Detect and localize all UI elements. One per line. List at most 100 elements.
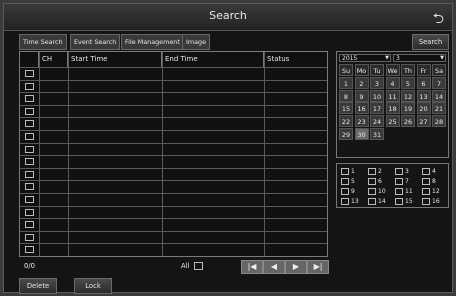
calendar-day[interactable]: 30 bbox=[354, 128, 369, 140]
row-checkbox[interactable] bbox=[25, 170, 34, 178]
table-col-divider bbox=[39, 52, 40, 256]
col-select bbox=[20, 52, 39, 67]
calendar-day[interactable]: 11 bbox=[385, 89, 400, 102]
table-row-divider bbox=[20, 243, 327, 245]
channel-checkbox[interactable]: 13 bbox=[341, 198, 359, 205]
calendar-day[interactable]: 14 bbox=[432, 89, 446, 102]
row-checkbox[interactable] bbox=[25, 133, 34, 140]
calendar-day[interactable]: 12 bbox=[401, 89, 415, 102]
calendar-day[interactable]: 27 bbox=[416, 115, 431, 128]
row-checkbox[interactable] bbox=[25, 95, 34, 103]
channel-label: 5 bbox=[351, 178, 355, 185]
checkbox-box bbox=[368, 198, 376, 205]
channel-label: 15 bbox=[405, 198, 413, 205]
calendar-day[interactable]: 18 bbox=[385, 102, 400, 115]
calendar-day[interactable]: 16 bbox=[354, 102, 369, 115]
month-value: 3 bbox=[396, 55, 400, 62]
tab-image[interactable]: Image bbox=[182, 34, 211, 50]
calendar-day[interactable]: 31 bbox=[370, 128, 384, 140]
calendar-day[interactable]: 10 bbox=[370, 89, 384, 102]
row-checkbox[interactable] bbox=[25, 120, 34, 128]
weekday-header: Mo bbox=[354, 64, 369, 76]
checkbox-box bbox=[422, 178, 430, 185]
calendar-day[interactable]: 28 bbox=[432, 115, 446, 128]
calendar-day[interactable]: 19 bbox=[401, 102, 415, 115]
next-page-button[interactable]: ▶ bbox=[285, 260, 307, 274]
channel-checkbox[interactable]: 1 bbox=[341, 168, 355, 175]
calendar-day[interactable]: 17 bbox=[370, 102, 384, 115]
calendar-day[interactable]: 21 bbox=[432, 102, 446, 115]
channel-checkbox[interactable]: 16 bbox=[422, 198, 440, 205]
channel-checkbox[interactable]: 14 bbox=[368, 198, 386, 205]
first-page-button[interactable]: |◀ bbox=[241, 260, 263, 274]
col-status: Status bbox=[267, 55, 290, 63]
table-row-divider bbox=[20, 218, 327, 220]
calendar-day[interactable]: 22 bbox=[339, 115, 353, 128]
calendar-day[interactable]: 5 bbox=[401, 76, 415, 89]
channel-checkbox[interactable]: 15 bbox=[395, 198, 413, 205]
calendar-day[interactable]: 1 bbox=[339, 76, 353, 89]
calendar-day[interactable]: 15 bbox=[339, 102, 353, 115]
calendar-day[interactable]: 4 bbox=[385, 76, 400, 89]
calendar-day[interactable]: 29 bbox=[339, 128, 353, 140]
tab-time-search[interactable]: Time Search bbox=[19, 34, 67, 50]
prev-page-button[interactable]: ◀ bbox=[263, 260, 285, 274]
channel-checkbox[interactable]: 6 bbox=[368, 178, 382, 185]
row-checkbox[interactable] bbox=[25, 107, 34, 115]
checkbox-box bbox=[395, 178, 403, 185]
select-all-checkbox[interactable] bbox=[194, 262, 203, 270]
calendar-day[interactable]: 20 bbox=[416, 102, 431, 115]
channel-checkbox[interactable]: 5 bbox=[341, 178, 355, 185]
back-icon[interactable]: ⮌ bbox=[433, 8, 444, 32]
calendar-day[interactable]: 6 bbox=[416, 76, 431, 89]
channel-checkbox[interactable]: 7 bbox=[395, 178, 409, 185]
row-checkbox[interactable] bbox=[25, 158, 34, 166]
row-checkbox[interactable] bbox=[25, 221, 34, 229]
checkbox-box bbox=[422, 198, 430, 205]
search-button[interactable]: Search bbox=[412, 34, 449, 50]
year-value: 2015 bbox=[342, 55, 358, 62]
checkbox-box bbox=[395, 188, 403, 195]
channel-label: 3 bbox=[405, 168, 409, 175]
channel-label: 1 bbox=[351, 168, 355, 175]
checkbox-box bbox=[422, 188, 430, 195]
calendar-day[interactable]: 2 bbox=[354, 76, 369, 89]
row-checkbox[interactable] bbox=[25, 145, 34, 153]
channel-checkbox[interactable]: 12 bbox=[422, 188, 440, 195]
channel-checkbox[interactable]: 10 bbox=[368, 188, 386, 195]
channel-checkbox[interactable]: 9 bbox=[341, 188, 355, 195]
calendar-day[interactable]: 13 bbox=[416, 89, 431, 102]
calendar-day[interactable]: 7 bbox=[432, 76, 446, 89]
table-row-divider bbox=[20, 230, 327, 232]
delete-button[interactable]: Delete bbox=[19, 278, 57, 294]
calendar-day[interactable]: 3 bbox=[370, 76, 384, 89]
calendar-day[interactable]: 8 bbox=[339, 89, 353, 102]
channel-grid: 1 2 3 4 5 6 7 8 9 10 11 12 13 14 15 16 bbox=[336, 163, 449, 208]
channel-label: 7 bbox=[405, 178, 409, 185]
table-row-divider bbox=[20, 142, 327, 144]
row-checkbox[interactable] bbox=[25, 70, 34, 77]
channel-checkbox[interactable]: 3 bbox=[395, 168, 409, 175]
month-select[interactable]: 3 ▼ bbox=[393, 54, 446, 62]
row-checkbox[interactable] bbox=[25, 82, 34, 90]
row-checkbox[interactable] bbox=[25, 233, 34, 241]
calendar-day[interactable]: 23 bbox=[354, 115, 369, 128]
year-select[interactable]: 2015 ▼ bbox=[339, 54, 391, 62]
lock-button[interactable]: Lock bbox=[74, 278, 112, 294]
checkbox-box bbox=[341, 168, 349, 175]
row-checkbox[interactable] bbox=[25, 196, 34, 203]
channel-checkbox[interactable]: 11 bbox=[395, 188, 413, 195]
row-checkbox[interactable] bbox=[25, 208, 34, 216]
row-checkbox[interactable] bbox=[25, 246, 34, 254]
calendar-day[interactable]: 24 bbox=[370, 115, 384, 128]
row-checkbox[interactable] bbox=[25, 183, 34, 191]
last-page-button[interactable]: ▶| bbox=[307, 260, 329, 274]
calendar-day[interactable]: 9 bbox=[354, 89, 369, 102]
channel-checkbox[interactable]: 2 bbox=[368, 168, 382, 175]
calendar-day[interactable]: 25 bbox=[385, 115, 400, 128]
channel-checkbox[interactable]: 4 bbox=[422, 168, 436, 175]
channel-checkbox[interactable]: 8 bbox=[422, 178, 436, 185]
calendar-day[interactable]: 26 bbox=[401, 115, 415, 128]
tab-file-management[interactable]: File Management bbox=[121, 34, 184, 50]
tab-event-search[interactable]: Event Search bbox=[70, 34, 121, 50]
